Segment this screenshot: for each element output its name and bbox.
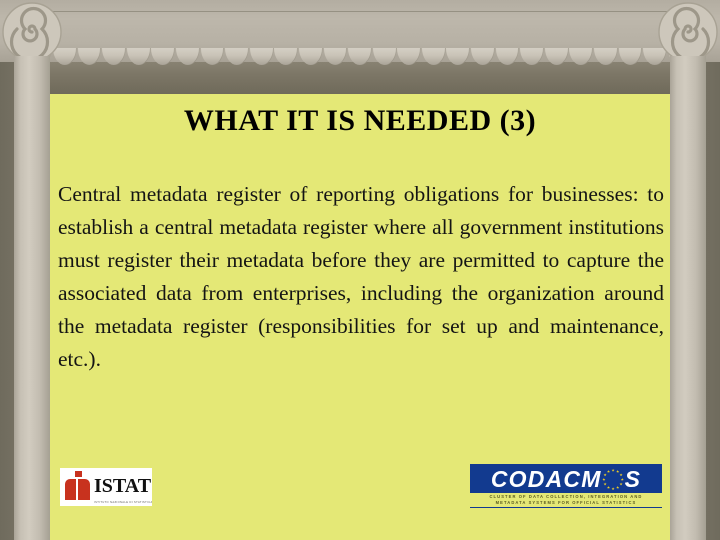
page-title: WHAT IT IS NEEDED (3) (183, 104, 537, 137)
moulding-egg (249, 48, 274, 65)
codacmos-logo: CODACM S CLUSTER OF DATA COLLECTION, INT… (470, 464, 662, 508)
moulding-egg (298, 48, 323, 65)
eu-star (611, 468, 615, 472)
slide-canvas: WHAT IT IS NEEDED (3) Central metadata r… (0, 0, 720, 540)
eu-star-ring-icon (601, 467, 626, 492)
architrave-groove (34, 11, 686, 12)
moulding-egg (421, 48, 446, 65)
moulding-egg (446, 48, 471, 65)
moulding-egg (520, 48, 545, 65)
moulding-egg (594, 48, 618, 65)
eu-star (602, 477, 606, 481)
moulding-egg (348, 48, 372, 65)
eu-star (611, 487, 615, 491)
moulding-egg (372, 48, 397, 65)
codacmos-wordmark-left: CODACM (490, 466, 602, 492)
column-shaft-right (670, 56, 706, 540)
moulding-egg (126, 48, 151, 65)
eu-star (606, 485, 611, 489)
istat-building-icon (60, 468, 94, 506)
codacmos-wordmark: CODACM S (470, 466, 662, 492)
slide-body-text: Central metadata register of reporting o… (58, 182, 664, 371)
istat-subtitle: ISTITUTO NAZIONALE DI STATISTICA (94, 501, 152, 504)
istat-building-shape-icon (65, 479, 90, 500)
moulding-egg (495, 48, 520, 65)
moulding-egg (569, 48, 594, 65)
eu-star (616, 469, 620, 473)
moulding-egg (471, 48, 495, 65)
moulding-egg (618, 48, 643, 65)
moulding-egg (225, 48, 249, 65)
moulding-egg (151, 48, 176, 65)
moulding-egg (77, 48, 102, 65)
istat-wordmark: ISTAT (94, 475, 152, 497)
eu-star (603, 482, 607, 486)
eu-star (620, 477, 624, 481)
eu-star (603, 473, 607, 477)
moulding-egg (544, 48, 569, 65)
eu-star (619, 482, 623, 486)
moulding-egg (274, 48, 299, 65)
codacmos-strapline-line2: METADATA SYSTEMS FOR OFFICIAL STATISTICS (495, 500, 637, 506)
eu-star (616, 485, 620, 489)
codacmos-strapline: CLUSTER OF DATA COLLECTION, INTEGRATION … (470, 493, 662, 507)
moulding-egg (102, 48, 126, 65)
eu-star (619, 473, 623, 477)
moulding-egg (175, 48, 200, 65)
column-shaft-left (14, 56, 50, 540)
eu-star (606, 469, 611, 473)
istat-roof-dot-icon (75, 471, 82, 477)
codacmos-wordmark-right: S (624, 466, 642, 492)
moulding-egg (200, 48, 225, 65)
moulding-egg (323, 48, 348, 65)
moulding-egg (397, 48, 422, 65)
codacmos-strapline-line1: CLUSTER OF DATA COLLECTION, INTEGRATION … (489, 493, 643, 499)
istat-logo: ISTAT ISTITUTO NAZIONALE DI STATISTICA (60, 468, 152, 506)
egg-and-dart-moulding (28, 48, 692, 66)
